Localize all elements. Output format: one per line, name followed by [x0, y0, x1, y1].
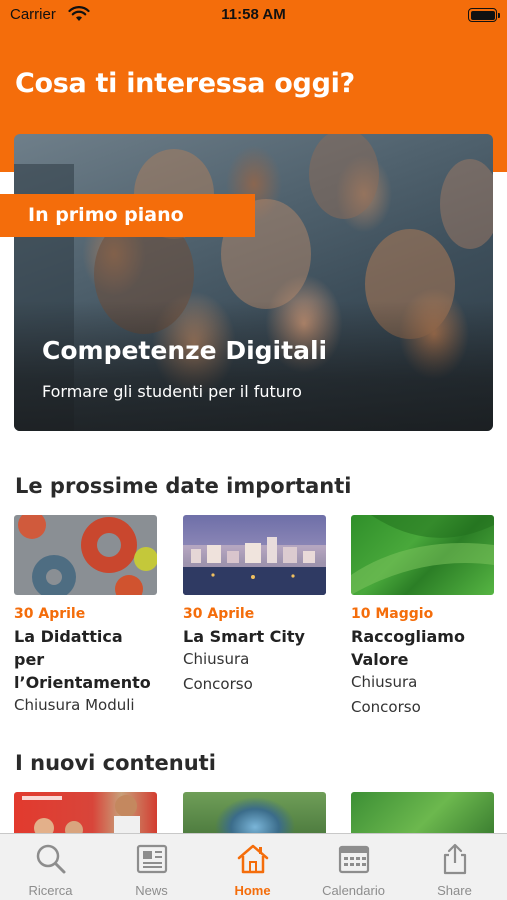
green-abstract-image	[351, 515, 494, 595]
content-thumbnail	[22, 795, 140, 837]
gears-icon	[18, 515, 157, 595]
event-detail: Concorso	[351, 698, 421, 716]
event-thumbnail	[14, 515, 157, 595]
share-icon	[443, 843, 466, 875]
tab-news[interactable]: News	[101, 834, 202, 900]
tab-calendario[interactable]: Calendario	[303, 834, 404, 900]
tab-label: Ricerca	[28, 883, 73, 898]
tab-label: Calendario	[322, 883, 385, 898]
tab-bar: Ricerca News Home Calendario Share	[0, 833, 507, 900]
tab-ricerca[interactable]: Ricerca	[0, 834, 101, 900]
content-card[interactable]	[183, 792, 326, 837]
tab-home[interactable]: Home	[202, 834, 303, 900]
event-card[interactable]: 30 Aprile La Smart City Chiusura Concors…	[183, 515, 326, 696]
content-card[interactable]	[351, 792, 494, 837]
calendar-icon	[338, 845, 369, 874]
tab-label: Share	[437, 883, 472, 898]
status-bar: Carrier 11:58 AM	[0, 0, 507, 30]
newspaper-icon	[136, 844, 167, 874]
event-card[interactable]: 30 Aprile La Didattica per l’Orientament…	[14, 515, 157, 717]
content-section-title: I nuovi contenuti	[15, 751, 216, 775]
clock: 11:58 AM	[221, 6, 286, 23]
battery-icon	[468, 8, 500, 22]
event-date: 10 Maggio	[351, 606, 434, 622]
event-title: La Smart City	[183, 627, 305, 646]
dates-section-title: Le prossime date importanti	[15, 474, 352, 498]
featured-title: Competenze Digitali	[42, 336, 328, 365]
city-image	[183, 537, 326, 595]
event-detail: Chiusura	[183, 650, 250, 668]
featured-badge: In primo piano	[0, 194, 255, 237]
event-date: 30 Aprile	[183, 606, 255, 622]
tab-label: Home	[234, 883, 271, 898]
tab-share[interactable]: Share	[404, 834, 505, 900]
event-date: 30 Aprile	[14, 606, 86, 622]
content-card[interactable]	[14, 792, 157, 837]
event-title: Raccogliamo Valore	[351, 627, 465, 669]
tab-label: News	[135, 883, 168, 898]
search-icon	[36, 844, 65, 874]
event-title: La Didattica per l’Orientamento	[14, 627, 151, 692]
home-icon	[237, 844, 268, 874]
event-thumbnail	[351, 515, 494, 595]
event-card[interactable]: 10 Maggio Raccogliamo Valore Chiusura Co…	[351, 515, 494, 719]
event-thumbnail	[183, 515, 326, 595]
event-detail: Concorso	[183, 675, 253, 693]
page-title: Cosa ti interessa oggi?	[15, 68, 355, 99]
event-detail: Chiusura	[351, 673, 418, 691]
featured-subtitle: Formare gli studenti per il futuro	[42, 382, 302, 401]
event-detail: Chiusura Moduli	[14, 696, 135, 714]
